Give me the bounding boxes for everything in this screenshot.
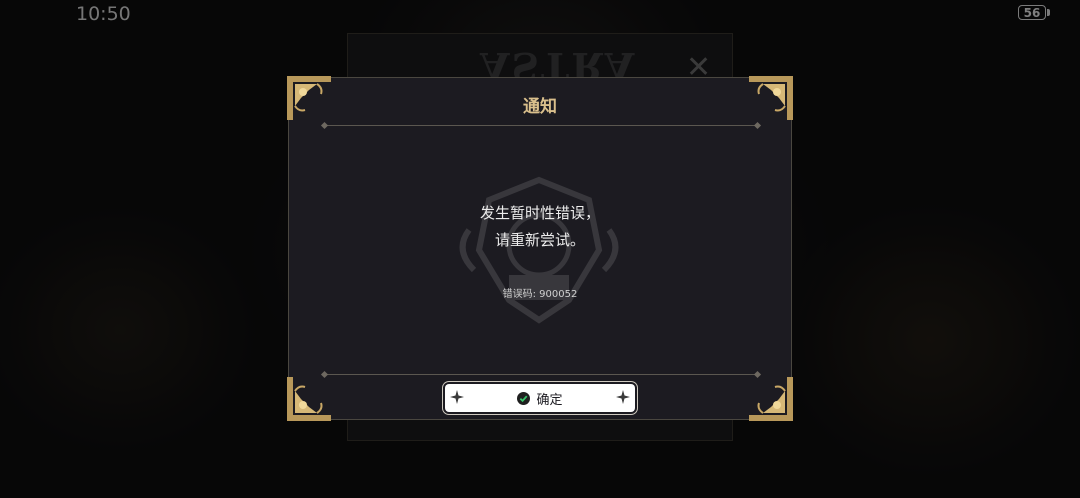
crest-watermark-icon — [459, 176, 619, 324]
game-screen: 10:50 56 ASTRA ✕ 通知 发生暂时性错误， 请重新尝试。 错误码:… — [0, 0, 1080, 498]
error-message-line1: 发生暂时性错误， — [479, 204, 600, 222]
dialog-title: 通知 — [523, 97, 557, 117]
check-icon — [517, 391, 531, 405]
confirm-button-label: 确定 — [536, 392, 563, 408]
error-code: 错误码: 900052 — [502, 289, 578, 300]
confirm-button[interactable]: 确定 — [445, 384, 635, 412]
error-message-line2: 请重新尝试。 — [494, 231, 585, 249]
notice-dialog: 通知 发生暂时性错误， 请重新尝试。 错误码: 900052 确定 — [287, 76, 793, 421]
corner-ornament-icon — [749, 377, 793, 421]
sparkle-icon — [616, 390, 630, 404]
title-divider — [325, 125, 757, 126]
corner-ornament-icon — [287, 377, 331, 421]
footer-divider — [325, 374, 757, 375]
sparkle-icon — [450, 390, 464, 404]
